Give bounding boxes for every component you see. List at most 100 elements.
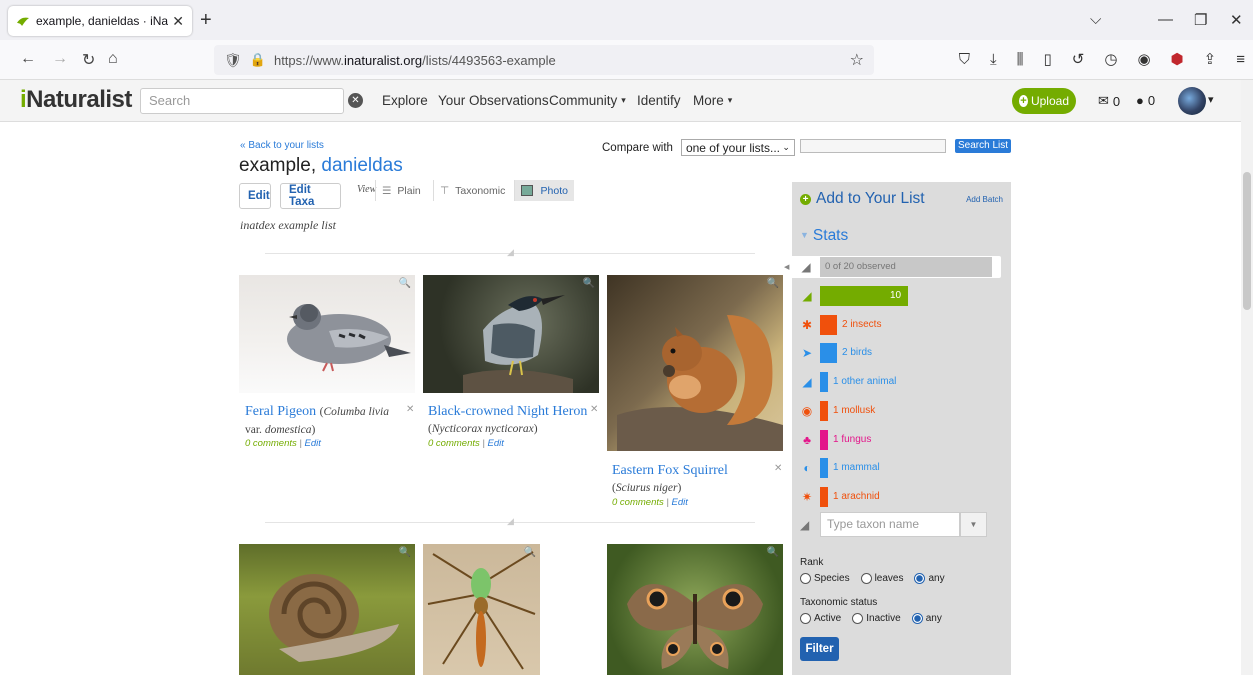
history-icon[interactable]: ↺ [1072, 50, 1085, 68]
clear-search-icon[interactable]: ✕ [348, 93, 363, 108]
stats-heading[interactable]: ▼ Stats [800, 227, 848, 245]
remove-species-icon[interactable]: ✕ [774, 463, 782, 474]
user-avatar[interactable] [1178, 87, 1206, 115]
bookmark-star-icon[interactable]: ☆ [850, 50, 864, 70]
shield-icon[interactable]: 🛡 [224, 52, 242, 69]
minimize-icon[interactable]: — [1158, 11, 1173, 28]
snail-photo[interactable]: 🔍 [239, 544, 415, 675]
lock-icon[interactable]: 🔒 [250, 52, 266, 68]
stat-row[interactable]: ✱ 2 insects [792, 314, 1011, 336]
menu-icon[interactable]: ≡ [1236, 51, 1245, 68]
stat-row[interactable]: ✷ 1 arachnid [792, 486, 1011, 508]
nav-community[interactable]: Community ▾ [549, 93, 626, 108]
back-to-lists-link[interactable]: « Back to your lists [240, 140, 324, 151]
chevron-down-icon[interactable]: ▾ [1208, 93, 1214, 106]
radio-button[interactable] [860, 573, 872, 584]
page-scrollbar[interactable] [1241, 80, 1253, 675]
species-common-name[interactable]: Black-crowned Night Heron [428, 404, 587, 419]
close-window-icon[interactable]: ✕ [1230, 11, 1243, 29]
new-tab-icon[interactable]: + [200, 9, 212, 32]
download-icon[interactable]: ⤓ [990, 51, 997, 68]
notifications-count[interactable]: ● 0 [1136, 93, 1155, 108]
nav-your-observations[interactable]: Your Observations [438, 93, 549, 108]
list-search-input[interactable] [800, 139, 946, 153]
address-bar[interactable]: 🛡 🔒 https://www.inaturalist.org/lists/44… [214, 45, 874, 75]
zoom-icon[interactable]: 🔍 [583, 278, 595, 289]
pocket-icon[interactable]: ⛉ [959, 51, 970, 68]
close-tab-icon[interactable]: ✕ [172, 13, 184, 30]
taxon-dropdown-button[interactable]: ▼ [960, 512, 987, 537]
view-taxonomic[interactable]: ⊤ Taxonomic [433, 180, 509, 201]
comments-link[interactable]: 0 comments [428, 438, 480, 449]
site-search-input[interactable]: Search [140, 88, 344, 114]
view-plain[interactable]: ☰ Plain [375, 180, 427, 201]
edit-button[interactable]: Edit [239, 183, 271, 209]
search-list-button[interactable]: Search List [955, 139, 1012, 153]
edit-link[interactable]: Edit [672, 497, 688, 508]
status-option-active[interactable]: Active [800, 613, 841, 624]
rank-option-species[interactable]: Species [800, 573, 850, 584]
remove-species-icon[interactable]: ✕ [406, 404, 414, 415]
comments-link[interactable]: 0 comments [612, 497, 664, 508]
buckeye-butterfly-photo[interactable]: 🔍 [607, 544, 783, 675]
feral-pigeon-photo[interactable]: 🔍 [239, 275, 415, 393]
status-option-inactive[interactable]: Inactive [852, 613, 901, 624]
radio-button[interactable] [911, 613, 923, 624]
nav-identify[interactable]: Identify [637, 93, 681, 108]
restore-icon[interactable]: ❐ [1194, 11, 1207, 29]
zoom-icon[interactable]: 🔍 [767, 278, 779, 289]
status-option-any[interactable]: any [911, 613, 942, 624]
taxon-name-input[interactable]: Type taxon name [820, 512, 960, 537]
zoom-icon[interactable]: 🔍 [399, 547, 411, 558]
add-to-list-heading[interactable]: + Add to Your List [800, 190, 925, 208]
stat-row[interactable]: ♣ 1 fungus [792, 429, 1011, 451]
clock-icon[interactable]: ◷ [1104, 50, 1117, 68]
sidebar-icon[interactable]: ▯ [1044, 50, 1052, 68]
reload-icon[interactable]: ↻ [82, 50, 95, 70]
nav-explore[interactable]: Explore [382, 93, 428, 108]
zoom-icon[interactable]: 🔍 [399, 278, 411, 289]
fox-squirrel-photo[interactable]: 🔍 [607, 275, 783, 451]
browser-tab[interactable]: example, danieldas · iNaturalist ✕ [8, 6, 192, 36]
inaturalist-logo[interactable]: iNaturalist [20, 86, 132, 114]
filter-button[interactable]: Filter [800, 637, 839, 661]
remove-species-icon[interactable]: ✕ [590, 404, 598, 415]
radio-button[interactable] [914, 573, 926, 584]
share-icon[interactable]: ⇪ [1204, 50, 1217, 68]
back-icon[interactable]: ← [20, 50, 36, 68]
library-icon[interactable]: ⫼ [1017, 51, 1024, 68]
messages-count[interactable]: ✉ 0 [1098, 93, 1120, 109]
nav-more[interactable]: More ▾ [693, 93, 732, 108]
owner-link[interactable]: danieldas [321, 155, 402, 176]
species-common-name[interactable]: Eastern Fox Squirrel [612, 463, 728, 478]
stat-row[interactable]: ◢ 1 other animal [792, 371, 1011, 393]
comments-link[interactable]: 0 comments [245, 438, 297, 449]
rank-option-any[interactable]: any [914, 573, 945, 584]
zoom-icon[interactable]: 🔍 [524, 547, 536, 558]
rank-option-leaves[interactable]: leaves [860, 573, 903, 584]
species-common-name[interactable]: Feral Pigeon [245, 404, 316, 419]
compare-list-select[interactable]: one of your lists... ⌄ [680, 139, 795, 156]
stat-row[interactable]: ➤ 2 birds [792, 342, 1011, 364]
stat-row-total[interactable]: ◀ ◢ 0 of 20 observed [784, 256, 1001, 278]
stat-row[interactable]: ◐ 1 mammal [792, 457, 1011, 479]
forward-icon[interactable]: → [52, 50, 68, 68]
tab-list-chevron-icon[interactable]: ⌵ [1090, 11, 1101, 28]
stat-row[interactable]: ◉ 1 mollusk [792, 400, 1011, 422]
edit-taxa-button[interactable]: Edit Taxa [280, 183, 341, 209]
upload-button[interactable]: + Upload [1012, 88, 1076, 114]
home-icon[interactable]: ⌂ [108, 50, 118, 68]
ublock-icon[interactable]: ⬢ [1171, 50, 1184, 68]
zoom-icon[interactable]: 🔍 [767, 547, 779, 558]
night-heron-photo[interactable]: 🔍 [423, 275, 599, 393]
radio-button[interactable] [852, 613, 864, 624]
scrollbar-thumb[interactable] [1243, 172, 1251, 310]
radio-button[interactable] [800, 573, 811, 584]
spider-photo[interactable]: 🔍 [423, 544, 540, 675]
account-icon[interactable]: ◉ [1137, 50, 1150, 68]
edit-link[interactable]: Edit [305, 438, 321, 449]
stat-row[interactable]: ◢ 10 [792, 285, 1011, 307]
radio-button[interactable] [800, 613, 811, 624]
edit-link[interactable]: Edit [488, 438, 504, 449]
add-batch-link[interactable]: Add Batch [966, 195, 1003, 204]
